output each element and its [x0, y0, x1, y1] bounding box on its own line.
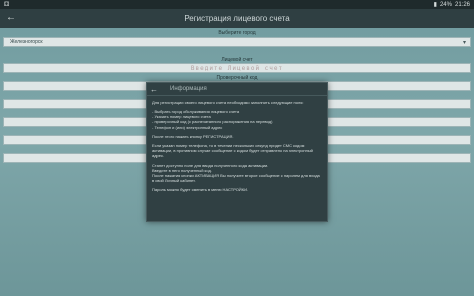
signal-icon: ▮ — [433, 2, 437, 8]
code-line: После нажатия кнопки АКТИВАЦИЯ Вы получи… — [152, 172, 320, 183]
account-input[interactable]: Введите Лицевой счет — [3, 63, 471, 73]
dialog-sms-note: Если указан номер телефона, то в течении… — [152, 143, 313, 159]
status-bar: ⚃ ▮ 24% 21:26 — [0, 0, 474, 9]
info-dialog: ← Информация Для регистрации своего лице… — [146, 82, 328, 222]
dialog-back-icon[interactable]: ← — [150, 85, 158, 94]
city-label: Выберите город — [218, 30, 256, 36]
dialog-list: - Выбрать город обслуживания лицевого сч… — [152, 109, 322, 129]
app-bar: ← Регистрация лицевого счета — [0, 9, 474, 28]
city-select[interactable]: Железногорск ▾ — [3, 37, 471, 47]
dropdown-caret-icon: ▾ — [462, 40, 466, 46]
page-title: Регистрация лицевого счета — [184, 14, 290, 23]
dialog-body: Для регистрации своего лицевого счета не… — [147, 96, 327, 192]
battery-level: 24% — [439, 1, 452, 8]
dialog-press-note: После этого нажать кнопку РЕГИСТРАЦИЯ. — [152, 133, 234, 139]
back-arrow-icon[interactable]: ← — [6, 12, 16, 23]
dialog-password-note: Пароль можно будет сменить в меню НАСТРО… — [152, 187, 249, 193]
notification-icon: ⚃ — [4, 2, 10, 8]
clock: 21:26 — [454, 1, 470, 8]
dialog-header: ← Информация — [147, 83, 327, 96]
account-placeholder: Введите Лицевой счет — [190, 64, 284, 72]
dialog-code-note: Станет доступно поле для ввода полученно… — [152, 163, 322, 183]
dialog-title: Информация — [170, 86, 207, 92]
list-item: - Телефон и (или) электронный адрес — [152, 124, 223, 130]
dialog-intro: Для регистрации своего лицевого счета не… — [152, 100, 304, 105]
city-value: Железногорск — [10, 39, 43, 45]
